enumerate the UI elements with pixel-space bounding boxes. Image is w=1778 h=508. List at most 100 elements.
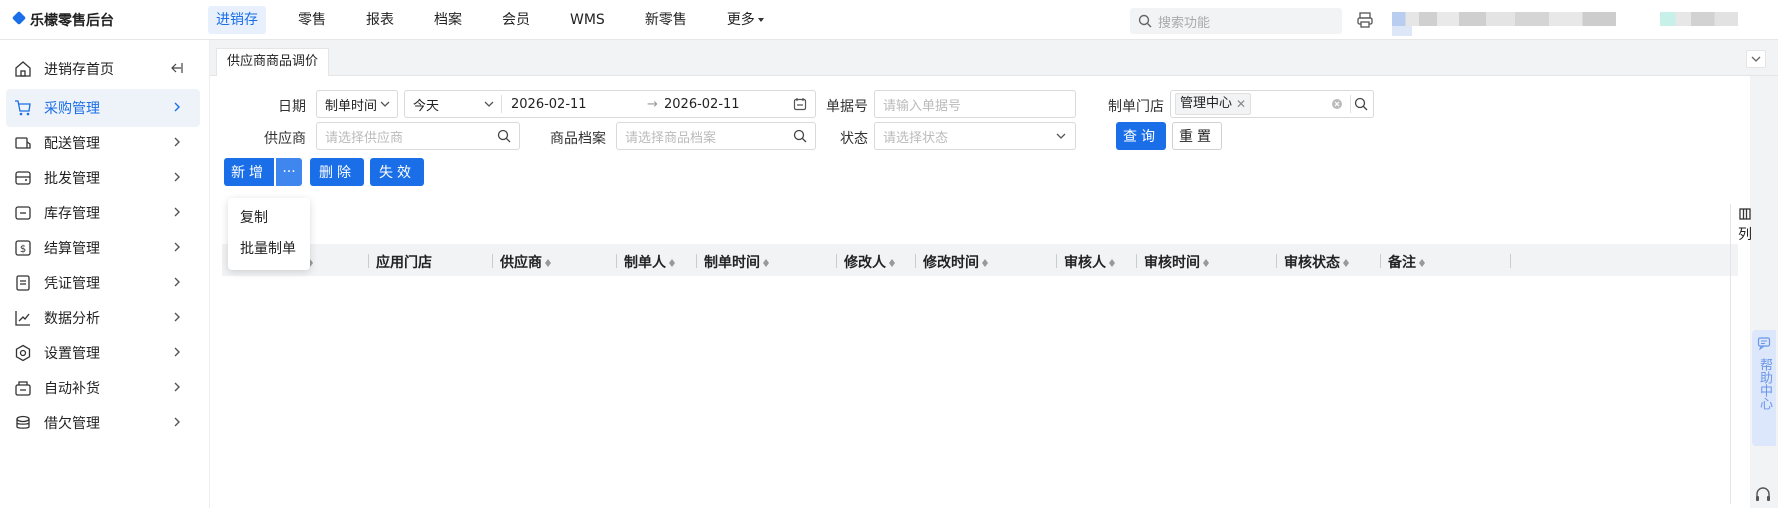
reset-button[interactable]: 重置 xyxy=(1172,122,1222,150)
app-logo[interactable]: 乐檬零售后台 xyxy=(12,10,114,30)
date-end-input[interactable]: 2026-02-11 xyxy=(664,97,740,112)
printer-icon[interactable] xyxy=(1356,11,1374,29)
chevron-right-icon xyxy=(174,347,180,357)
col-creator[interactable]: 制单人 xyxy=(616,252,676,272)
delete-button[interactable]: 删除 xyxy=(310,158,364,186)
sort-icon[interactable] xyxy=(1108,256,1116,268)
sidebar-item-label: 借欠管理 xyxy=(44,416,100,432)
col-review-status[interactable]: 审核状态 xyxy=(1276,252,1350,272)
sort-icon[interactable] xyxy=(1342,256,1350,268)
sidebar-item-wholesale[interactable]: 批发管理 xyxy=(0,159,200,197)
chevron-right-icon xyxy=(174,102,180,112)
supplier-input[interactable]: 请选择供应商 xyxy=(316,122,520,150)
sidebar-item-settlement[interactable]: $ 结算管理 xyxy=(0,229,200,267)
col-remark[interactable]: 备注 xyxy=(1380,252,1426,272)
date-start-input[interactable]: 2026-02-11 xyxy=(511,97,587,112)
sidebar-item-debt[interactable]: 借欠管理 xyxy=(0,404,200,442)
date-type-select[interactable]: 制单时间 xyxy=(316,90,398,118)
nav-item-more[interactable]: 更多 xyxy=(719,6,773,34)
sidebar-item-analytics[interactable]: 数据分析 xyxy=(0,299,200,337)
col-label: 制单人 xyxy=(624,255,666,271)
range-arrow-icon: → xyxy=(647,96,658,112)
col-divider xyxy=(492,254,493,268)
query-button[interactable]: 查询 xyxy=(1116,122,1166,150)
sort-icon[interactable] xyxy=(1202,256,1210,268)
clear-icon[interactable] xyxy=(1331,98,1343,110)
sort-icon[interactable] xyxy=(888,256,896,268)
col-divider xyxy=(1136,254,1137,268)
sidebar-item-stock[interactable]: 库存管理 xyxy=(0,194,200,232)
nav-item-wms[interactable]: WMS xyxy=(562,6,613,34)
col-apply-store[interactable]: 应用门店 xyxy=(368,252,432,272)
sidebar-item-label: 库存管理 xyxy=(44,206,100,222)
headset-icon[interactable] xyxy=(1754,486,1772,504)
nav-item-members[interactable]: 会员 xyxy=(494,6,538,34)
nav-item-inventory[interactable]: 进销存 xyxy=(208,6,266,34)
column-settings-button[interactable]: 列 xyxy=(1735,208,1755,258)
sort-icon[interactable] xyxy=(762,256,770,268)
sort-icon[interactable] xyxy=(544,256,552,268)
col-modifier[interactable]: 修改人 xyxy=(836,252,896,272)
col-reviewer[interactable]: 审核人 xyxy=(1056,252,1116,272)
app-title: 乐檬零售后台 xyxy=(30,13,114,29)
date-range-picker[interactable]: 今天 2026-02-11 → 2026-02-11 xyxy=(404,90,816,118)
chart-icon xyxy=(14,309,32,327)
search-icon[interactable] xyxy=(1354,97,1368,111)
search-icon[interactable] xyxy=(497,129,511,143)
add-more-button[interactable]: ··· xyxy=(276,158,302,186)
col-modify-time[interactable]: 修改时间 xyxy=(915,252,989,272)
tabs-dropdown-button[interactable] xyxy=(1746,50,1766,68)
status-placeholder: 请选择状态 xyxy=(883,130,949,146)
sidebar-item-inventory-home[interactable]: 进销存首页 xyxy=(0,50,200,88)
store-tag: 管理中心 ✕ xyxy=(1175,93,1252,115)
redacted-user-info-sub xyxy=(1392,26,1412,36)
sort-icon[interactable] xyxy=(1418,256,1426,268)
col-review-time[interactable]: 审核时间 xyxy=(1136,252,1210,272)
tab-supplier-price-adjust[interactable]: 供应商商品调价 xyxy=(216,48,330,76)
doc-no-input[interactable]: 请输入单据号 xyxy=(874,90,1076,118)
nav-item-archive[interactable]: 档案 xyxy=(426,6,470,34)
main-area: 供应商商品调价 日期 制单时间 今天 2026-02-11 → 2026-02-… xyxy=(210,40,1778,508)
sort-icon[interactable] xyxy=(668,256,676,268)
calendar-icon xyxy=(793,98,807,111)
menu-item-copy[interactable]: 复制 xyxy=(240,207,268,227)
invalidate-button[interactable]: 失效 xyxy=(370,158,424,186)
nav-item-new-retail[interactable]: 新零售 xyxy=(637,6,695,34)
sidebar-item-settings[interactable]: 设置管理 xyxy=(0,334,200,372)
sidebar-item-auto-restock[interactable]: 自动补货 xyxy=(0,369,200,407)
col-divider xyxy=(1380,254,1381,268)
store-select[interactable]: 管理中心 ✕ xyxy=(1170,90,1374,118)
chevron-right-icon xyxy=(174,417,180,427)
date-label: 日期 xyxy=(278,99,306,115)
help-center-button[interactable]: 帮助中心 xyxy=(1752,330,1776,446)
chevron-right-icon xyxy=(174,312,180,322)
sidebar-item-purchase[interactable]: 采购管理 xyxy=(6,89,200,127)
nav-item-retail[interactable]: 零售 xyxy=(290,6,334,34)
sidebar-item-label: 结算管理 xyxy=(44,241,100,257)
redacted-account[interactable] xyxy=(1660,12,1738,26)
add-button[interactable]: 新增 xyxy=(224,158,274,186)
chevron-down-icon xyxy=(1056,133,1066,139)
nav-item-reports[interactable]: 报表 xyxy=(358,6,402,34)
sort-icon[interactable] xyxy=(981,256,989,268)
col-label: 审核状态 xyxy=(1284,255,1340,271)
status-select[interactable]: 请选择状态 xyxy=(874,122,1076,150)
chevron-down-icon xyxy=(380,101,390,107)
date-preset-value[interactable]: 今天 xyxy=(413,95,439,114)
product-input[interactable]: 请选择商品档案 xyxy=(616,122,816,150)
supplier-label: 供应商 xyxy=(264,131,306,147)
tag-close-icon[interactable]: ✕ xyxy=(1236,94,1246,114)
product-label: 商品档案 xyxy=(550,131,606,147)
menu-item-batch-create[interactable]: 批量制单 xyxy=(240,238,296,258)
collapse-sidebar-icon[interactable] xyxy=(170,61,184,75)
col-label: 制单时间 xyxy=(704,255,760,271)
supplier-placeholder: 请选择供应商 xyxy=(325,130,404,146)
search-icon[interactable] xyxy=(793,129,807,143)
col-create-time[interactable]: 制单时间 xyxy=(696,252,770,272)
sidebar-item-voucher[interactable]: 凭证管理 xyxy=(0,264,200,302)
col-supplier[interactable]: 供应商 xyxy=(492,252,552,272)
svg-text:$: $ xyxy=(20,244,26,255)
sidebar-item-delivery[interactable]: 配送管理 xyxy=(0,124,200,162)
content-panel: 日期 制单时间 今天 2026-02-11 → 2026-02-11 单据号 请… xyxy=(210,76,1750,508)
function-search[interactable]: 搜索功能 xyxy=(1130,8,1342,34)
